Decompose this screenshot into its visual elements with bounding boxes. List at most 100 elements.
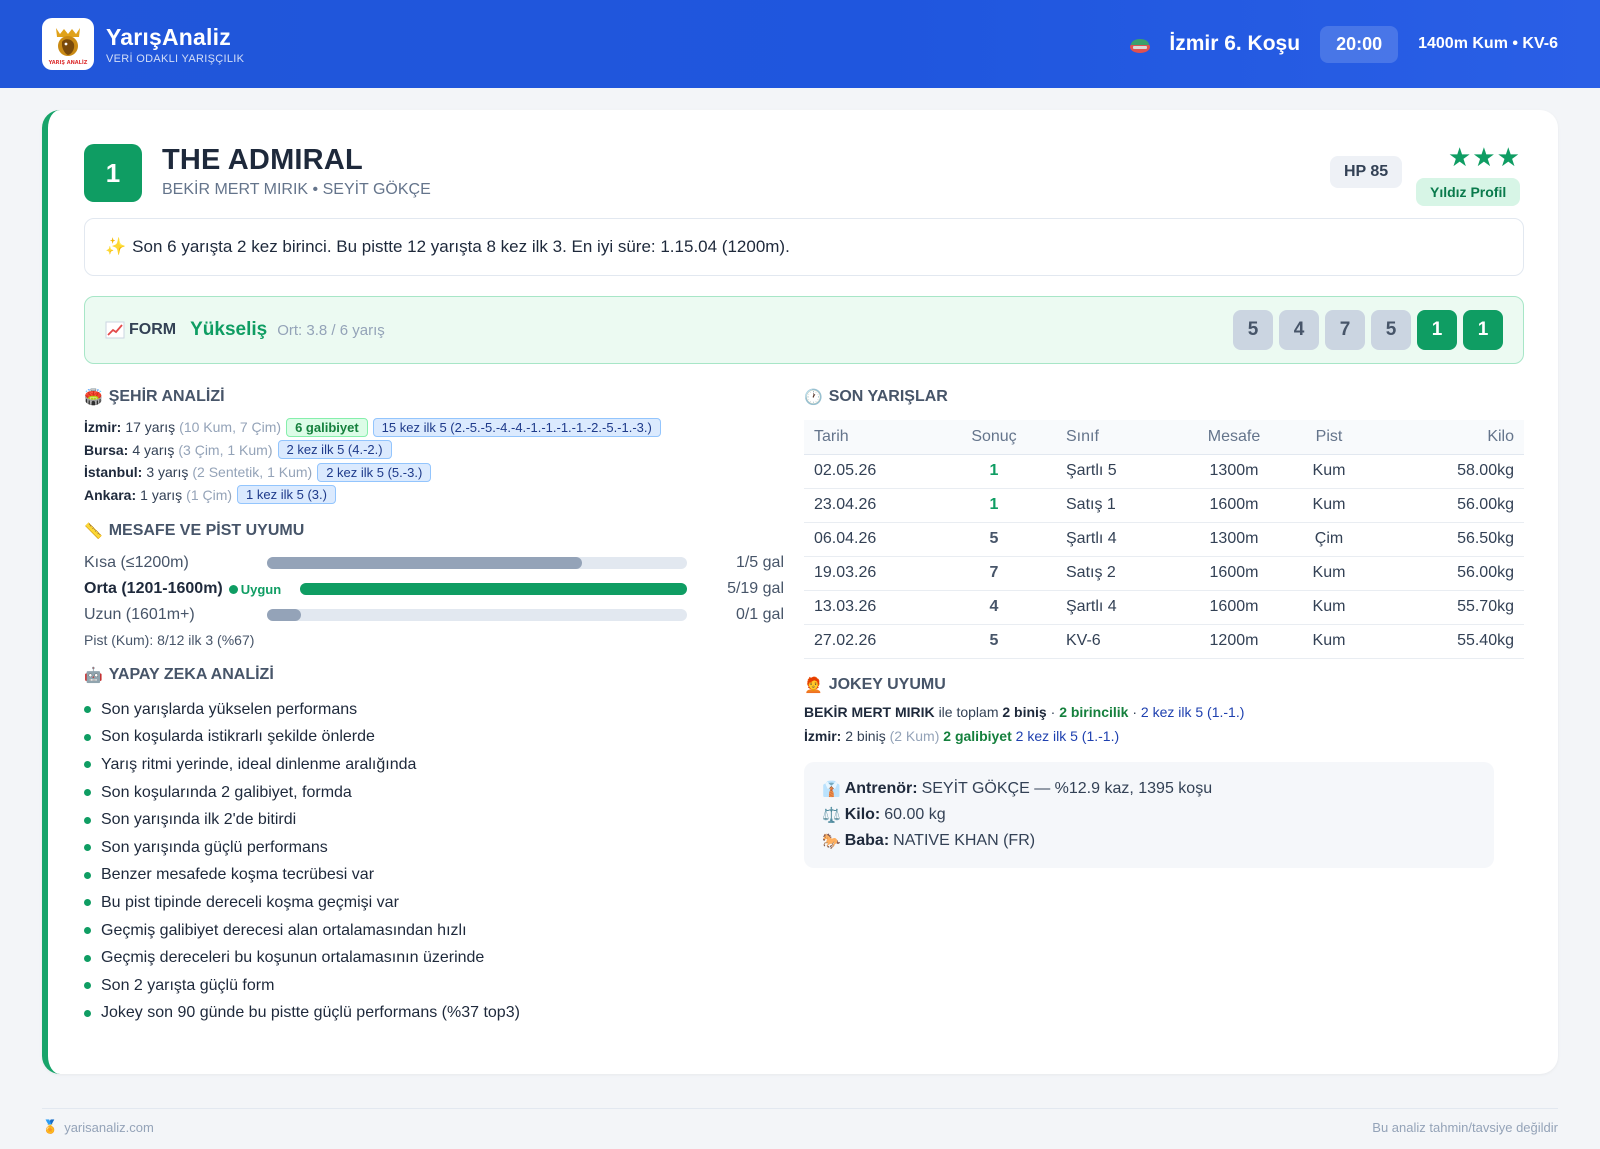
- list-item: Son koşularda istikrarlı şekilde önlerde: [84, 724, 784, 752]
- top5-tag: 2 kez ilk 5 (4.-2.): [277, 440, 392, 460]
- city-analysis-title: 🏟️ ŞEHİR ANALİZİ: [84, 388, 225, 406]
- win-tag: 6 galibiyet: [286, 417, 368, 437]
- horse-card: 1 THE ADMIRAL BEKİR MERT MIRIK • SEYİT G…: [42, 110, 1558, 1074]
- city-row: Bursa: 4 yarış (3 Çim, 1 Kum) 2 kez ilk …: [84, 439, 784, 462]
- list-item: Son yarışında ilk 2'de bitirdi: [84, 806, 784, 834]
- form-result: 4: [1279, 310, 1319, 350]
- form-box: FORM Yükseliş Ort: 3.8 / 6 yarış 5 4 7 5…: [84, 296, 1524, 364]
- footer: 🏅 yarisanaliz.com Bu analiz tahmin/tavsi…: [42, 1108, 1558, 1135]
- list-item: Benzer mesafede koşma tecrübesi var: [84, 862, 784, 890]
- list-item: Son koşularında 2 galibiyet, formda: [84, 779, 784, 807]
- form-trend: Yükseliş: [190, 319, 268, 340]
- recent-title: 🕐 SON YARIŞLAR: [804, 388, 948, 406]
- city-row: İstanbul: 3 yarış (2 Sentetik, 1 Kum) 2 …: [84, 461, 784, 484]
- city-analysis: 🏟️ ŞEHİR ANALİZİ İzmir: 17 yarış (10 Kum…: [84, 388, 784, 506]
- table-row: 23.04.26 1 Satış 1 1600m Kum 56.00kg: [804, 488, 1524, 523]
- ai-title: 🤖 YAPAY ZEKA ANALİZİ: [84, 666, 274, 684]
- distance-title: 📏 MESAFE VE PİST UYUMU: [84, 522, 305, 540]
- footer-site-link[interactable]: yarisanaliz.com: [64, 1120, 154, 1135]
- stadium-icon: 🏟️: [84, 389, 103, 406]
- list-item: Yarış ritmi yerinde, ideal dinlenme aral…: [84, 751, 784, 779]
- svg-text:YARIŞ ANALİZ: YARIŞ ANALİZ: [48, 59, 88, 66]
- horse-head-logo-icon: YARIŞ ANALİZ: [48, 28, 88, 66]
- jockey-trainer: BEKİR MERT MIRIK • SEYİT GÖKÇE: [162, 181, 431, 198]
- distance-fit: 📏 MESAFE VE PİST UYUMU Kısa (≤1200m) 1/5…: [84, 522, 784, 648]
- jockey-cap-icon: [1130, 39, 1151, 53]
- form-average: Ort: 3.8 / 6 yarış: [277, 321, 385, 339]
- table-row: 19.03.26 7 Satış 2 1600m Kum 56.00kg: [804, 556, 1524, 591]
- green-dot-icon: [228, 584, 238, 594]
- horse-number: 1: [84, 144, 142, 202]
- table-row: 02.05.26 1 Şartlı 5 1300m Kum 58.00kg: [804, 454, 1524, 489]
- list-item: Son yarışında güçlü performans: [84, 834, 784, 862]
- suitable-badge: Uygun: [228, 582, 281, 597]
- list-item: Son yarışlarda yükselen performans: [84, 696, 784, 724]
- clock-icon: 🕐: [804, 389, 823, 406]
- list-item: Bu pist tipinde dereceli koşma geçmişi v…: [84, 889, 784, 917]
- brand-title: YarışAnaliz: [106, 23, 231, 50]
- brand: YarışAnaliz VERİ ODAKLI YARIŞÇILIK: [106, 24, 244, 65]
- table-header-row: Tarih Sonuç Sınıf Mesafe Pist Kilo: [804, 420, 1524, 455]
- sire-row: 🐎 Baba: NATIVE KHAN (FR): [822, 832, 1036, 850]
- summary-text: Son 6 yarışta 2 kez birinci. Bu pistte 1…: [132, 237, 790, 256]
- table-row: 06.04.26 5 Şartlı 4 1300m Çim 56.50kg: [804, 522, 1524, 557]
- top5-tag: 2 kez ilk 5 (5.-3.): [317, 462, 432, 482]
- form-result: 7: [1325, 310, 1365, 350]
- necktie-icon: 👔: [822, 781, 841, 798]
- hp-badge: HP 85: [1330, 156, 1403, 188]
- jockey-icon: 🧑‍🦰: [804, 677, 823, 694]
- jockey-total: BEKİR MERT MIRIK ile toplam 2 biniş · 2 …: [804, 704, 1245, 720]
- race-meta: 1400m Kum • KV-6: [1418, 35, 1558, 52]
- list-item: Geçmiş galibiyet derecesi alan ortalamas…: [84, 917, 784, 945]
- progress-track: [300, 583, 687, 595]
- summary-box: ✨ Son 6 yarışta 2 kez birinci. Bu pistte…: [84, 218, 1524, 276]
- brand-logo[interactable]: YARIŞ ANALİZ: [42, 18, 94, 70]
- table-row: 13.03.26 4 Şartlı 4 1600m Kum 55.70kg: [804, 590, 1524, 625]
- star-profile-badge: Yıldız Profil: [1416, 178, 1521, 206]
- scale-icon: ⚖️: [822, 807, 841, 824]
- track-stat: Pist (Kum): 8/12 ilk 3 (%67): [84, 632, 255, 648]
- race-info: İzmir 6. Koşu 20:00 1400m Kum • KV-6: [1127, 25, 1558, 63]
- chart-up-icon: [105, 321, 125, 339]
- list-item: Jokey son 90 günde bu pistte güçlü perfo…: [84, 1000, 784, 1028]
- distance-row-long: Uzun (1601m+) 0/1 gal: [84, 606, 784, 623]
- form-label: FORM: [105, 321, 176, 339]
- form-results: 5 4 7 5 1 1: [1227, 310, 1503, 350]
- progress-track: [267, 557, 687, 569]
- robot-icon: 🤖: [84, 667, 103, 684]
- distance-row-short: Kısa (≤1200m) 1/5 gal: [84, 554, 784, 571]
- sparkles-icon: ✨: [105, 237, 127, 256]
- distance-row-medium: Orta (1201-1600m) Uygun 5/19 gal: [84, 580, 784, 597]
- recent-races-table: Tarih Sonuç Sınıf Mesafe Pist Kilo 02.05…: [804, 420, 1524, 659]
- list-item: Son 2 yarışta güçlü form: [84, 972, 784, 1000]
- footer-logo-icon: 🏅: [42, 1119, 59, 1134]
- brand-tagline: VERİ ODAKLI YARIŞÇILIK: [106, 52, 245, 65]
- top5-tag: 1 kez ilk 5 (3.): [237, 485, 336, 505]
- progress-fill: [267, 557, 582, 569]
- top-header: YARIŞ ANALİZ YarışAnaliz VERİ ODAKLI YAR…: [0, 0, 1600, 88]
- table-row: 27.02.26 5 KV-6 1200m Kum 55.40kg: [804, 624, 1524, 659]
- horse-icon: 🐎: [822, 833, 841, 850]
- star-rating: ★★★: [1448, 142, 1521, 172]
- progress-fill: [300, 583, 687, 595]
- top5-tag: 15 kez ilk 5 (2.-5.-5.-4.-4.-1.-1.-1.-1.…: [372, 417, 661, 437]
- ai-analysis: 🤖 YAPAY ZEKA ANALİZİ Son yarışlarda yüks…: [84, 666, 784, 1027]
- race-title: İzmir 6. Koşu: [1169, 32, 1301, 55]
- city-row: İzmir: 17 yarış (10 Kum, 7 Çim) 6 galibi…: [84, 416, 784, 439]
- progress-track: [267, 609, 687, 621]
- form-result-win: 1: [1463, 310, 1503, 350]
- form-result: 5: [1233, 310, 1273, 350]
- jockey-city: İzmir: 2 biniş (2 Kum) 2 galibiyet 2 kez…: [804, 728, 1120, 744]
- horse-name: THE ADMIRAL: [162, 144, 363, 176]
- list-item: Geçmiş dereceleri bu koşunun ortalamasın…: [84, 944, 784, 972]
- form-result: 5: [1371, 310, 1411, 350]
- footer-disclaimer: Bu analiz tahmin/tavsiye değildir: [1372, 1119, 1558, 1135]
- form-result-win: 1: [1417, 310, 1457, 350]
- weight-row: ⚖️ Kilo: 60.00 kg: [822, 806, 946, 824]
- horse-info: 👔 Antrenör: SEYİT GÖKÇE — %12.9 kaz, 139…: [804, 762, 1494, 868]
- jockey-fit: 🧑‍🦰 JOKEY UYUMU BEKİR MERT MIRIK ile top…: [804, 676, 1524, 744]
- jockey-title: 🧑‍🦰 JOKEY UYUMU: [804, 676, 946, 694]
- ruler-icon: 📏: [84, 523, 103, 540]
- trainer-row: 👔 Antrenör: SEYİT GÖKÇE — %12.9 kaz, 139…: [822, 780, 1213, 798]
- progress-fill: [267, 609, 301, 621]
